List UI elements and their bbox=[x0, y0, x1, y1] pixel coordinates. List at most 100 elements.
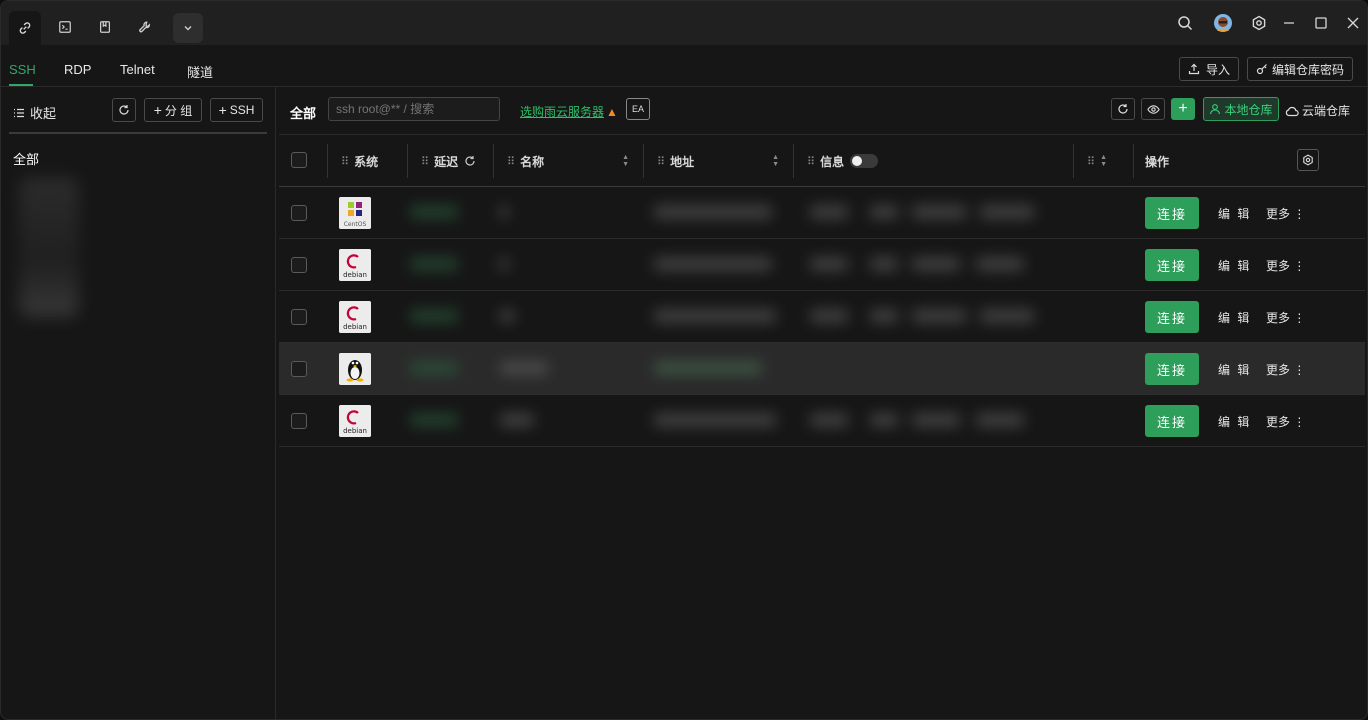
visibility-button[interactable] bbox=[1141, 98, 1165, 120]
row-checkbox[interactable] bbox=[291, 361, 307, 377]
debian-logo-icon: debian bbox=[339, 301, 371, 333]
select-all-checkbox[interactable] bbox=[291, 152, 307, 168]
tab-telnet[interactable]: Telnet bbox=[120, 62, 155, 77]
col-extra[interactable]: ⠿ ▲ ▼ bbox=[1087, 135, 1107, 187]
col-system-label: 系统 bbox=[354, 154, 379, 169]
maximize-icon[interactable] bbox=[1309, 11, 1333, 35]
table-row[interactable]: CentOS 连接 编 辑 更多 ⋮ bbox=[279, 187, 1365, 239]
sort-icon[interactable]: ▲ ▼ bbox=[622, 154, 629, 168]
sidebar-item-all[interactable]: 全部 bbox=[13, 149, 39, 168]
edit-button[interactable]: 编 辑 bbox=[1218, 361, 1251, 378]
search-icon[interactable] bbox=[1173, 11, 1197, 35]
app-window: SSH RDP Telnet 隧道 导入 编辑仓库密码 收起 + 分 组 + S… bbox=[0, 0, 1368, 720]
more-button[interactable]: 更多 ⋮ bbox=[1266, 309, 1305, 326]
gear-icon bbox=[1303, 154, 1313, 166]
drag-handle-icon[interactable]: ⠿ bbox=[807, 155, 815, 168]
tab-rdp[interactable]: RDP bbox=[64, 62, 91, 77]
buy-server-label: 选购雨云服务器 bbox=[520, 105, 605, 119]
cloud-repo-label: 云端仓库 bbox=[1302, 104, 1351, 118]
local-repo-button[interactable]: 本地仓库 bbox=[1203, 97, 1279, 121]
connect-button[interactable]: 连接 bbox=[1145, 249, 1199, 281]
import-button[interactable]: 导入 bbox=[1179, 57, 1239, 81]
refresh-groups-button[interactable] bbox=[112, 98, 136, 122]
cloud-repo-button[interactable]: 云端仓库 bbox=[1285, 102, 1350, 119]
tab-tunnel[interactable]: 隧道 bbox=[187, 62, 213, 81]
more-button[interactable]: 更多 ⋮ bbox=[1266, 361, 1305, 378]
row-checkbox[interactable] bbox=[291, 205, 307, 221]
more-button[interactable]: 更多 ⋮ bbox=[1266, 413, 1305, 430]
drag-handle-icon[interactable]: ⠿ bbox=[507, 155, 515, 168]
row-checkbox[interactable] bbox=[291, 257, 307, 273]
col-latency[interactable]: ⠿ 延迟 bbox=[421, 135, 476, 187]
table-row[interactable]: debian 连接 编 辑 更多 ⋮ bbox=[279, 395, 1365, 447]
bookmark-icon[interactable] bbox=[89, 11, 121, 43]
table-header: ⠿ 系统 ⠿ 延迟 ⠿ 名称 ▲ ▼ ⠿ 地址 ▲ ▼ ⠿ 信息 ⠿ ▲ ▼ 操作 bbox=[279, 134, 1365, 187]
edit-button[interactable]: 编 辑 bbox=[1218, 309, 1251, 326]
terminal-icon[interactable] bbox=[49, 11, 81, 43]
table-row[interactable]: debian 连接 编 辑 更多 ⋮ bbox=[279, 291, 1365, 343]
col-latency-label: 延迟 bbox=[434, 154, 459, 169]
add-host-button[interactable]: + bbox=[1171, 98, 1195, 120]
local-repo-label: 本地仓库 bbox=[1224, 102, 1273, 117]
table-row[interactable]: 连接 编 辑 更多 ⋮ bbox=[279, 343, 1365, 395]
link-icon[interactable] bbox=[9, 11, 41, 45]
col-system[interactable]: ⠿ 系统 bbox=[341, 135, 378, 187]
add-ssh-label: SSH bbox=[229, 103, 255, 117]
active-tab-indicator bbox=[9, 84, 33, 86]
chevron-down-icon[interactable] bbox=[173, 13, 203, 43]
minimize-icon[interactable] bbox=[1277, 11, 1301, 35]
col-info[interactable]: ⠿ 信息 bbox=[807, 135, 879, 187]
filter-all-label: 全部 bbox=[290, 106, 317, 121]
add-ssh-button[interactable]: + SSH bbox=[210, 98, 263, 122]
sort-icon[interactable]: ▲ ▼ bbox=[772, 154, 779, 168]
upload-icon bbox=[1188, 63, 1200, 75]
sort-icon[interactable]: ▲ ▼ bbox=[1100, 154, 1107, 168]
drag-handle-icon[interactable]: ⠿ bbox=[341, 155, 349, 168]
connect-button[interactable]: 连接 bbox=[1145, 197, 1199, 229]
column-divider bbox=[793, 144, 794, 178]
table-row[interactable]: debian 连接 编 辑 更多 ⋮ bbox=[279, 239, 1365, 291]
row-checkbox[interactable] bbox=[291, 309, 307, 325]
edit-repo-password-label: 编辑仓库密码 bbox=[1272, 62, 1345, 77]
refresh-icon[interactable] bbox=[464, 155, 476, 167]
fire-icon: ▲ bbox=[606, 105, 618, 119]
collapse-button[interactable]: 收起 bbox=[13, 103, 56, 122]
refresh-button[interactable] bbox=[1111, 98, 1135, 120]
wrench-icon[interactable] bbox=[129, 11, 161, 43]
add-group-button[interactable]: + 分 组 bbox=[144, 98, 202, 122]
connect-button[interactable]: 连接 bbox=[1145, 405, 1199, 437]
blurred-group-list bbox=[19, 177, 79, 317]
row-checkbox[interactable] bbox=[291, 413, 307, 429]
edit-button[interactable]: 编 辑 bbox=[1218, 257, 1251, 274]
connect-button[interactable]: 连接 bbox=[1145, 353, 1199, 385]
edit-button[interactable]: 编 辑 bbox=[1218, 413, 1251, 430]
plus-icon: + bbox=[153, 102, 162, 118]
settings-icon[interactable] bbox=[1247, 11, 1271, 35]
search-input[interactable] bbox=[328, 97, 500, 121]
key-icon bbox=[1256, 64, 1267, 75]
blurred-host-details bbox=[399, 353, 1035, 385]
edit-repo-password-button[interactable]: 编辑仓库密码 bbox=[1247, 57, 1353, 81]
avatar[interactable] bbox=[1211, 11, 1235, 35]
more-button[interactable]: 更多 ⋮ bbox=[1266, 257, 1305, 274]
drag-handle-icon[interactable]: ⠿ bbox=[1087, 155, 1095, 168]
close-icon[interactable] bbox=[1341, 11, 1365, 35]
blurred-host-details bbox=[399, 249, 1035, 281]
column-divider bbox=[327, 144, 328, 178]
drag-handle-icon[interactable]: ⠿ bbox=[657, 155, 665, 168]
drag-handle-icon[interactable]: ⠿ bbox=[421, 155, 429, 168]
column-settings-button[interactable] bbox=[1297, 149, 1319, 171]
more-button[interactable]: 更多 ⋮ bbox=[1266, 205, 1305, 222]
plus-icon: + bbox=[1178, 100, 1188, 117]
centos-logo-icon: CentOS bbox=[339, 197, 371, 229]
connect-button[interactable]: 连接 bbox=[1145, 301, 1199, 333]
edit-button[interactable]: 编 辑 bbox=[1218, 205, 1251, 222]
col-name[interactable]: ⠿ 名称 ▲ ▼ bbox=[507, 135, 629, 187]
tab-ssh[interactable]: SSH bbox=[9, 62, 36, 77]
col-address[interactable]: ⠿ 地址 ▲ ▼ bbox=[657, 135, 779, 187]
translate-button[interactable]: EA bbox=[626, 98, 650, 120]
info-toggle[interactable] bbox=[850, 154, 879, 168]
buy-server-link[interactable]: 选购雨云服务器 ▲ bbox=[520, 103, 618, 120]
blurred-host-details bbox=[399, 197, 1035, 229]
main-panel: 全部 选购雨云服务器▲ EA + 本地仓库 云端仓库 ⠿ 系统 ⠿ 延迟 bbox=[277, 87, 1367, 719]
